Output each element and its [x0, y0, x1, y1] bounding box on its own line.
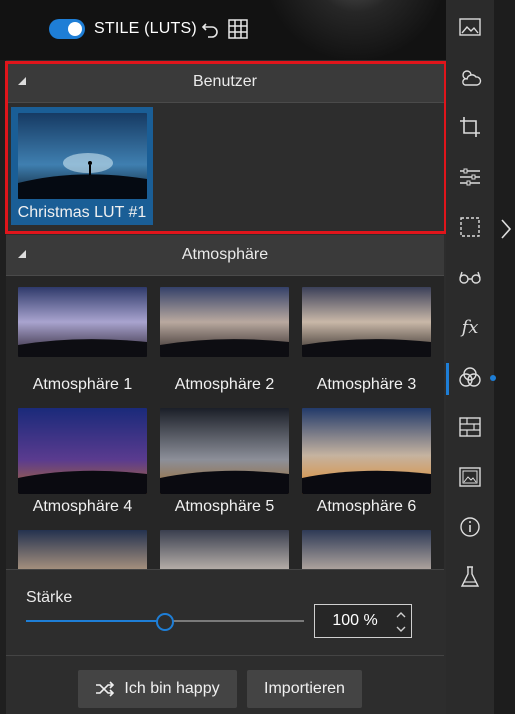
collapse-triangle-icon[interactable]	[18, 250, 26, 258]
lut-thumbnail[interactable]	[18, 113, 147, 199]
lut-thumbnail[interactable]	[18, 530, 147, 569]
landscape-icon[interactable]	[458, 15, 482, 39]
lut-thumbnail[interactable]	[302, 530, 431, 569]
lut-thumbnail[interactable]	[302, 408, 431, 494]
sliders-icon[interactable]	[458, 165, 482, 189]
panel-edge	[494, 0, 515, 714]
strength-value-field[interactable]: 100 %	[314, 604, 412, 638]
lut-thumbnail[interactable]	[18, 408, 147, 494]
header-decoration	[256, 0, 446, 60]
strength-value: 100 %	[332, 612, 378, 629]
im-happy-label: Ich bin happy	[124, 680, 220, 697]
lut-item-label: Atmosphäre 2	[174, 376, 275, 393]
lut-item-label: Atmosphäre 3	[316, 376, 417, 393]
selection-icon[interactable]	[458, 215, 482, 239]
grid-view-icon[interactable]	[228, 19, 248, 39]
import-button[interactable]: Importieren	[247, 670, 362, 708]
lut-item-label: Atmosphäre 1	[32, 376, 133, 393]
spin-down-icon[interactable]	[395, 623, 407, 635]
active-dot	[490, 375, 496, 381]
import-label: Importieren	[264, 680, 345, 697]
styles-icon[interactable]	[458, 365, 482, 389]
lut-thumbnail[interactable]	[18, 287, 147, 357]
lut-item-label: Christmas LUT #1	[17, 204, 147, 221]
fx-icon[interactable]: fx	[458, 315, 482, 339]
styles-toggle[interactable]	[49, 19, 85, 39]
lut-thumbnail[interactable]	[160, 287, 289, 357]
weather-icon[interactable]	[458, 65, 482, 89]
undo-icon[interactable]	[200, 19, 222, 41]
toggle-knob	[68, 22, 82, 36]
tool-sidebar: fx	[446, 0, 494, 714]
section-title: Atmosphäre	[181, 246, 269, 263]
section-header-atmosphere[interactable]: Atmosphäre	[6, 235, 444, 276]
lut-item-label: Atmosphäre 4	[32, 498, 133, 515]
panel-divider	[6, 655, 444, 656]
lut-thumbnail[interactable]	[160, 408, 289, 494]
sidebar-active-indicator	[446, 363, 449, 395]
glasses-icon[interactable]	[458, 265, 482, 289]
info-icon[interactable]	[458, 515, 482, 539]
texture-icon[interactable]	[458, 415, 482, 439]
lut-item-label: Atmosphäre 6	[316, 498, 417, 515]
shuffle-icon	[96, 681, 115, 697]
strength-slider-handle[interactable]	[156, 613, 174, 631]
strength-slider-fill	[26, 620, 165, 622]
section-title: Benutzer	[192, 73, 258, 90]
panel-divider	[6, 569, 444, 570]
styles-title: STILE (LUTS)	[94, 20, 197, 37]
section-header-user[interactable]: Benutzer	[6, 62, 444, 103]
flask-icon[interactable]	[458, 565, 482, 589]
lut-item-label: Atmosphäre 5	[174, 498, 275, 515]
im-happy-button[interactable]: Ich bin happy	[78, 670, 237, 708]
chevron-right-icon[interactable]	[499, 218, 513, 240]
spin-up-icon[interactable]	[395, 609, 407, 621]
lut-thumbnail[interactable]	[160, 530, 289, 569]
top-header: STILE (LUTS)	[0, 0, 446, 60]
lut-grid: Atmosphäre 1 Atmosphäre 2 Atmosphäre 3 A…	[6, 276, 444, 569]
collapse-triangle-icon[interactable]	[18, 77, 26, 85]
strength-label: Stärke	[26, 589, 73, 606]
lut-thumbnail[interactable]	[302, 287, 431, 357]
crop-icon[interactable]	[458, 115, 482, 139]
image-icon[interactable]	[458, 465, 482, 489]
